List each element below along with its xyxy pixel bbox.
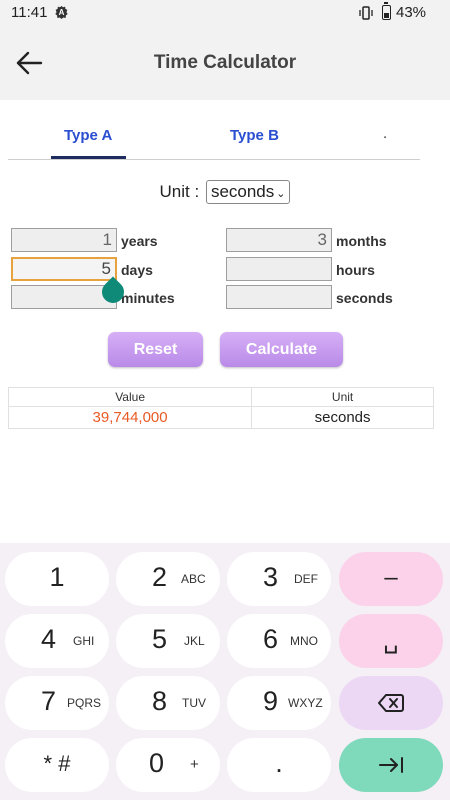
key-2[interactable]: 2 ABC [116, 552, 220, 606]
tab-type-a[interactable]: Type A [64, 127, 112, 144]
key-3[interactable]: 3 DEF [227, 552, 331, 606]
key-0[interactable]: 0 + [116, 738, 220, 792]
years-label: years [121, 233, 158, 249]
minus-icon: – [384, 564, 398, 591]
key-3-letters: DEF [294, 572, 318, 586]
key-4-letters: GHI [73, 634, 95, 648]
key-5-letters: JKL [184, 634, 205, 648]
key-5-digit: 5 [152, 624, 168, 654]
tab-bar: Type A Type B . [8, 120, 420, 160]
key-7-letters: PQRS [67, 696, 102, 710]
key-5[interactable]: 5 JKL [116, 614, 220, 668]
numeric-keyboard: 1 2 ABC 3 DEF – 4 GHI 5 JKL 6 MNO ␣ 7 PQ… [0, 543, 450, 800]
years-input[interactable]: 1 [11, 228, 117, 252]
key-6-digit: 6 [263, 624, 279, 654]
battery-level: 43% [396, 4, 427, 21]
key-8[interactable]: 8 TUV [116, 676, 220, 730]
key-9-letters: WXYZ [288, 696, 323, 710]
page-title: Time Calculator [153, 52, 297, 73]
results-header-value: Value [7, 387, 253, 407]
months-label: months [336, 233, 387, 249]
key-0-digit: 0 [149, 748, 165, 778]
days-label: days [121, 262, 153, 278]
hours-input[interactable] [226, 257, 332, 281]
chevron-down-icon: ⌄ [276, 188, 286, 200]
key-8-digit: 8 [152, 686, 168, 716]
key-0-plus: + [190, 756, 199, 773]
key-space[interactable]: ␣ [339, 614, 443, 668]
key-1[interactable]: 1 [5, 552, 109, 606]
results-header-unit: Unit [251, 387, 434, 407]
key-star-hash-label: * # [43, 751, 71, 776]
status-bar: 11:41 A 43% [0, 0, 450, 26]
reset-button[interactable]: Reset [108, 332, 203, 367]
vibrate-icon [359, 6, 373, 20]
key-4-digit: 4 [41, 624, 57, 654]
key-1-digit: 1 [49, 562, 65, 592]
key-2-letters: ABC [181, 572, 206, 586]
tab-overflow[interactable]: . [383, 125, 387, 142]
key-3-digit: 3 [263, 562, 279, 592]
unit-selected-value: seconds [210, 182, 275, 201]
unit-row: Unit : seconds ⌄ [0, 180, 450, 204]
app-bar: Time Calculator [0, 26, 450, 100]
tab-type-b[interactable]: Type B [230, 127, 279, 144]
unit-select[interactable]: seconds ⌄ [205, 180, 291, 204]
key-dot[interactable]: . [227, 738, 331, 792]
key-7-digit: 7 [41, 686, 57, 716]
key-7[interactable]: 7 PQRS [5, 676, 109, 730]
result-unit: seconds [251, 406, 434, 429]
table-row: 39,744,000 seconds [7, 406, 434, 429]
seconds-input[interactable] [226, 285, 332, 309]
key-6[interactable]: 6 MNO [227, 614, 331, 668]
seconds-label: seconds [336, 290, 393, 306]
result-value: 39,744,000 [7, 406, 253, 429]
notification-a-icon: A [55, 6, 68, 19]
results-header-row: Value Unit [7, 387, 434, 407]
key-2-digit: 2 [152, 562, 168, 592]
key-9-digit: 9 [263, 686, 279, 716]
key-star-hash[interactable]: * # [5, 738, 109, 792]
key-6-letters: MNO [290, 634, 318, 648]
minutes-label: minutes [121, 290, 175, 306]
key-dot-label: . [275, 748, 283, 778]
key-9[interactable]: 9 WXYZ [227, 676, 331, 730]
results-table: Value Unit 39,744,000 seconds [7, 387, 434, 429]
days-input[interactable]: 5 [11, 257, 117, 281]
hours-label: hours [336, 262, 375, 278]
key-8-letters: TUV [182, 696, 206, 710]
key-backspace[interactable] [339, 676, 443, 730]
backspace-icon [378, 694, 404, 712]
status-time: 11:41 [11, 4, 48, 21]
calculate-button[interactable]: Calculate [220, 332, 343, 367]
space-icon: ␣ [383, 627, 399, 654]
key-minus[interactable]: – [339, 552, 443, 606]
key-4[interactable]: 4 GHI [5, 614, 109, 668]
unit-label: Unit : [159, 182, 200, 201]
months-input[interactable]: 3 [226, 228, 332, 252]
battery-icon [382, 2, 391, 20]
key-next[interactable] [339, 738, 443, 792]
next-tab-icon [379, 757, 403, 773]
tab-indicator [51, 156, 126, 159]
